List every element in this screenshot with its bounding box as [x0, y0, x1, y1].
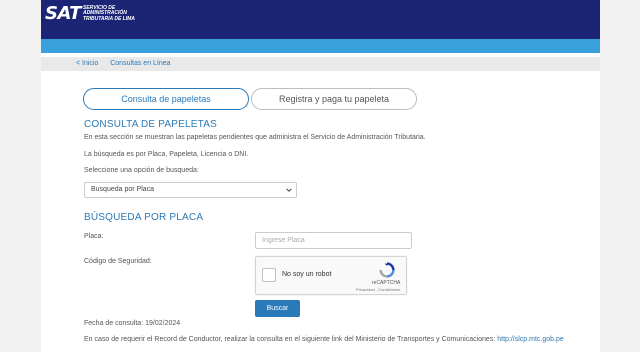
search-type-value: Busqueda por Placa — [91, 186, 155, 193]
site-header: SAT SERVICIO DE ADMINISTRACIÓN TRIBUTARI… — [41, 0, 600, 39]
breadcrumb-separator — [103, 60, 105, 67]
breadcrumb: < Inicio Consultas en Línea — [41, 57, 600, 71]
consult-date: Fecha de consulta: 19/02/2024 — [84, 320, 180, 327]
recaptcha-label: No soy un robot — [282, 271, 332, 278]
search-button[interactable]: Buscar — [255, 300, 300, 317]
right-margin — [600, 0, 640, 352]
tab-consulta-papeletas[interactable]: Consulta de papeletas — [83, 88, 249, 110]
breadcrumb-home-link[interactable]: < Inicio — [76, 60, 98, 67]
select-prompt: Seleccione una opción de busqueda: — [84, 167, 199, 174]
placa-label: Placa: — [84, 233, 104, 240]
search-type-select[interactable]: Busqueda por Placa — [84, 182, 297, 198]
placa-placeholder: Ingrese Placa — [262, 237, 305, 244]
mtc-notice-text: En caso de requerir el Record de Conduct… — [84, 336, 496, 343]
logo-line-3: TRIBUTARIA DE LIMA — [82, 15, 135, 22]
intro-text: En esta sección se muestran las papeleta… — [84, 134, 426, 141]
recaptcha-widget: No soy un robot reCAPTCHA Privacidad - C… — [255, 256, 407, 295]
security-code-label: Código de Seguridad: — [84, 258, 152, 265]
recaptcha-brand: reCAPTCHA — [372, 280, 401, 286]
consult-date-value: 19/02/2024 — [145, 320, 181, 327]
logo-subtitle: SERVICIO DE ADMINISTRACIÓN TRIBUTARIA DE… — [82, 5, 135, 22]
accent-bar — [41, 39, 600, 53]
sat-logo[interactable]: SAT SERVICIO DE ADMINISTRACIÓN TRIBUTARI… — [45, 5, 135, 23]
placa-input[interactable]: Ingrese Placa — [255, 232, 412, 249]
recaptcha-links[interactable]: Privacidad - Condiciones — [356, 287, 400, 292]
mtc-notice: En caso de requerir el Record de Conduct… — [84, 336, 564, 343]
section-title-placa: BÚSQUEDA POR PLACA — [84, 212, 204, 223]
tab-registra-paga[interactable]: Registra y paga tu papeleta — [251, 88, 417, 110]
breadcrumb-current[interactable]: Consultas en Línea — [110, 60, 170, 67]
consult-date-label: Fecha de consulta: — [84, 320, 144, 327]
search-types-text: La búsqueda es por Placa, Papeleta, Lice… — [84, 151, 249, 158]
left-margin — [0, 0, 41, 352]
section-title-consulta: CONSULTA DE PAPELETAS — [84, 119, 217, 130]
recaptcha-logo-icon — [379, 262, 395, 278]
logo-main-text: SAT — [45, 3, 81, 24]
recaptcha-checkbox[interactable] — [262, 268, 276, 282]
chevron-down-icon — [286, 188, 292, 192]
mtc-link[interactable]: http://slcp.mtc.gob.pe — [497, 336, 564, 343]
